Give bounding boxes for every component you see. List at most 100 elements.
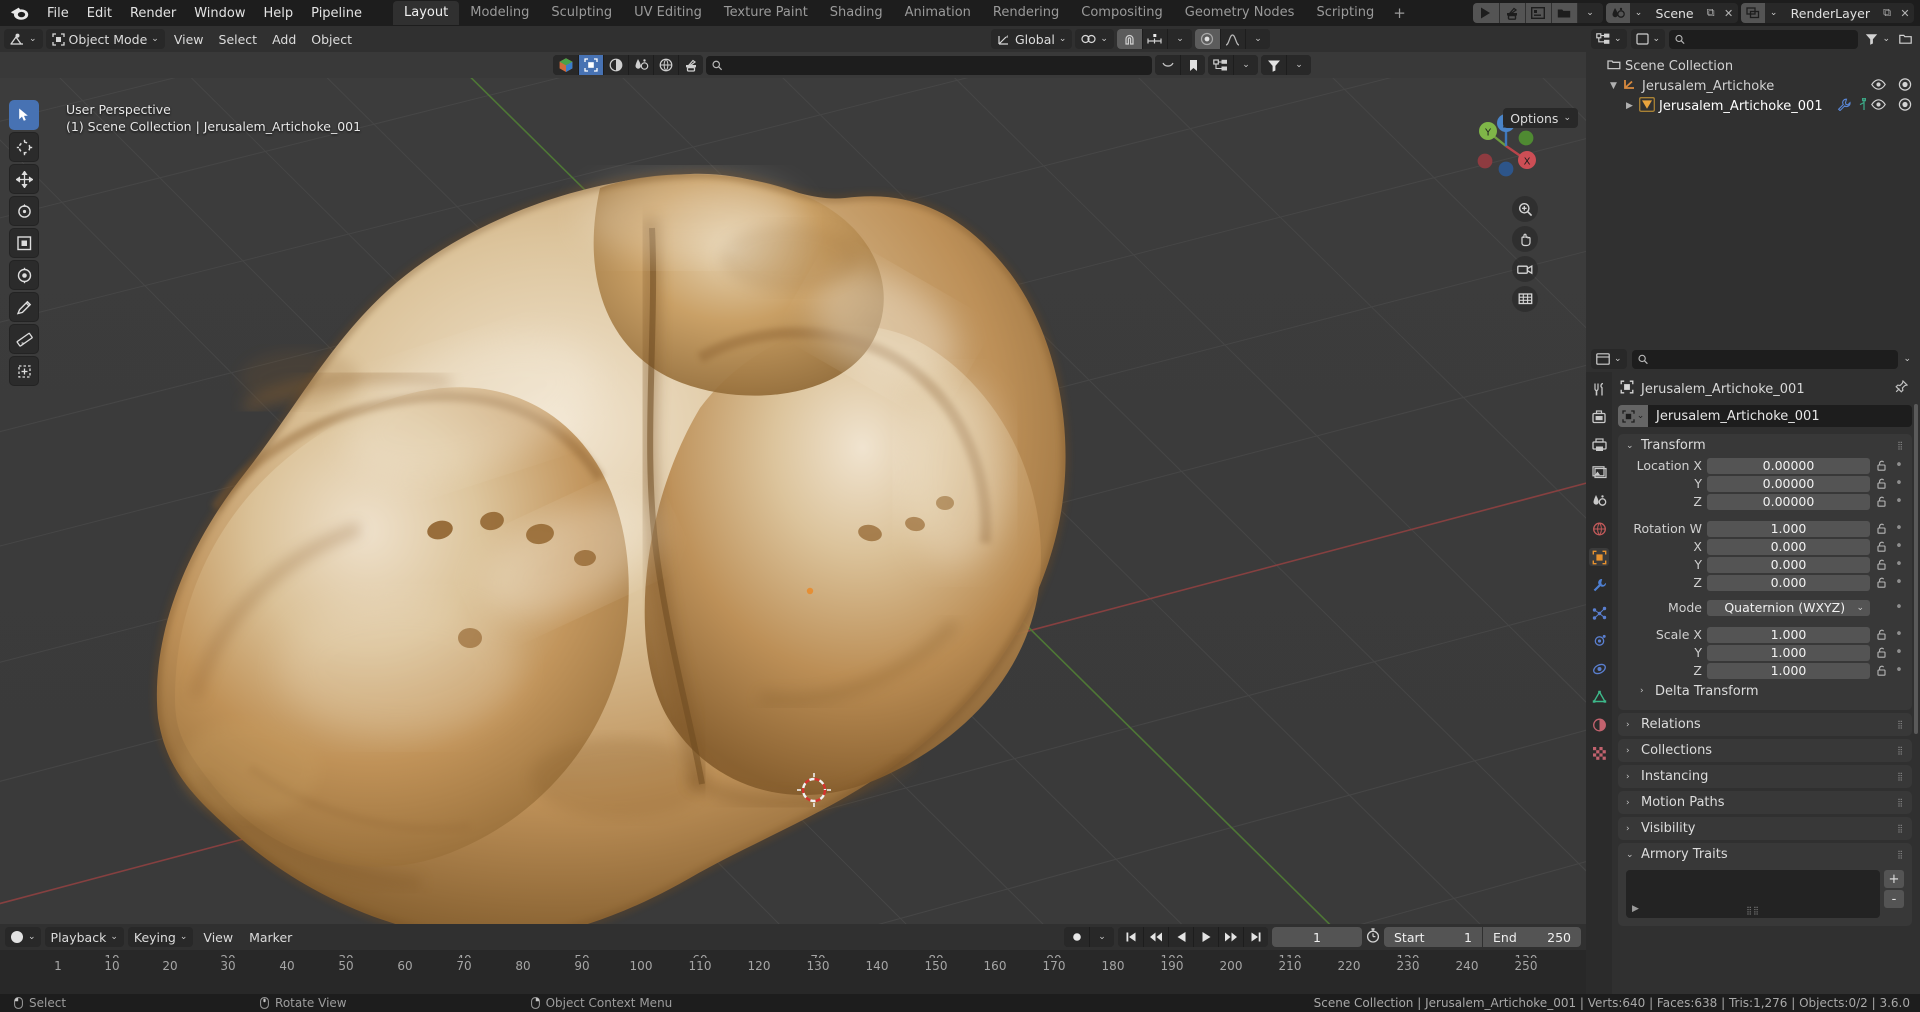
tab-texture-icon[interactable] [1589, 744, 1609, 762]
frame-end-field[interactable]: End 250 [1483, 927, 1581, 947]
field-rotation-w[interactable]: 1.000 [1707, 520, 1870, 537]
animate-property-dot[interactable]: • [1894, 540, 1904, 553]
current-frame-field[interactable]: 1 [1272, 927, 1362, 947]
editor-type-button[interactable]: ⌄ [4, 29, 43, 49]
tool-measure-icon[interactable] [9, 324, 39, 354]
frame-range-clock-icon[interactable] [1366, 927, 1380, 947]
subpanel-delta-transform[interactable]: › Delta Transform [1626, 680, 1904, 702]
lock-icon[interactable] [1875, 665, 1889, 676]
properties-search-input[interactable] [1652, 352, 1893, 366]
proportional-edit-icon[interactable] [1194, 29, 1220, 49]
keying-dropdown[interactable]: Keying ⌄ [127, 927, 194, 947]
object-name-field[interactable]: ⌄ Jerusalem_Artichoke_001 [1618, 405, 1912, 427]
filter-icon[interactable] [1261, 55, 1286, 75]
outliner-row-jerusalem-artichoke[interactable]: ▼ Jerusalem_Artichoke [1586, 76, 1920, 96]
viewport-search-input[interactable] [727, 58, 1146, 72]
properties-options-chevron-icon[interactable]: ⌄ [1903, 354, 1915, 364]
object-color-icon[interactable] [553, 55, 578, 75]
field-rotation-y[interactable]: 0.000 [1707, 556, 1870, 573]
jump-to-next-keyframe-icon[interactable] [1218, 927, 1243, 947]
record-icon[interactable] [1064, 927, 1089, 947]
viewlayer-datablock[interactable]: ⌄ RenderLayer ⧉ ✕ [1740, 3, 1914, 23]
tool-cursor-icon[interactable] [9, 132, 39, 162]
scene-browse-chevron-icon[interactable]: ⌄ [1629, 3, 1648, 23]
field-scale-y[interactable]: 1.000 [1707, 644, 1870, 661]
menu-help[interactable]: Help [255, 3, 303, 24]
tab-material-icon[interactable] [1589, 716, 1609, 734]
viewlayer-remove-icon[interactable]: ✕ [1896, 3, 1914, 23]
frame-start-field[interactable]: Start 1 [1384, 927, 1482, 947]
lock-icon[interactable] [1875, 478, 1889, 489]
jump-to-end-icon[interactable] [1243, 927, 1268, 947]
field-scale-z[interactable]: 1.000 [1707, 662, 1870, 679]
outliner-filter-icon[interactable]: ⌄ [1862, 29, 1893, 49]
scene-dropdown-icon[interactable]: ⌄ [1576, 3, 1603, 23]
blender-logo-icon[interactable] [6, 2, 32, 24]
animate-property-dot[interactable]: • [1894, 601, 1904, 614]
panel-instancing-header[interactable]: › Instancing ⣿ [1618, 765, 1912, 788]
scene-unlink-icon[interactable]: ✕ [1719, 3, 1738, 23]
viewport-menu-object[interactable]: Object [305, 29, 358, 49]
panel-transform-header[interactable]: ⌄ Transform ⣿ [1618, 434, 1912, 457]
lock-icon[interactable] [1875, 577, 1889, 588]
timeline-menu-view[interactable]: View [197, 927, 239, 947]
field-location-y[interactable]: 0.00000 [1707, 475, 1870, 492]
lock-icon[interactable] [1875, 523, 1889, 534]
tab-object-icon[interactable] [1589, 548, 1609, 566]
viewlayer-name[interactable]: RenderLayer [1782, 3, 1878, 23]
armory-traits-list[interactable]: ▶ ⣿⣿ [1626, 870, 1880, 918]
panel-relations[interactable]: › Relations ⣿ [1618, 713, 1912, 736]
properties-editor-type-button[interactable]: ⌄ [1591, 349, 1627, 369]
pin-icon[interactable] [1894, 379, 1909, 398]
hide-in-viewport-icon[interactable] [1871, 78, 1886, 94]
proportional-falloff-chevron-icon[interactable]: ⌄ [1244, 29, 1270, 49]
tab-modeling[interactable]: Modeling [459, 1, 540, 25]
tab-geometry-nodes[interactable]: Geometry Nodes [1174, 1, 1306, 25]
mesh-data-icon[interactable] [1858, 97, 1870, 115]
tab-layout[interactable]: Layout [393, 1, 460, 25]
animate-property-dot[interactable]: • [1894, 576, 1904, 589]
add-workspace-button[interactable]: + [1385, 2, 1414, 24]
lock-icon[interactable] [1875, 647, 1889, 658]
camera-view-icon[interactable] [1512, 256, 1538, 282]
panel-relations-header[interactable]: › Relations ⣿ [1618, 713, 1912, 736]
properties-editor[interactable]: ⌄ ⌄ Jerusalem_Artichoke_001 ⌄ Jerusalem_… [1586, 346, 1920, 994]
artichoke-3d-model[interactable] [0, 78, 1586, 924]
menu-file[interactable]: File [38, 3, 78, 24]
playback-dropdown[interactable]: Playback ⌄ [44, 927, 124, 947]
tab-tool-icon[interactable] [1589, 380, 1609, 398]
outliner-editor-type-button[interactable]: ⌄ [1591, 29, 1627, 49]
panel-collections[interactable]: › Collections ⣿ [1618, 739, 1912, 762]
tab-view-layer-icon[interactable] [1589, 464, 1609, 482]
outliner-row-jerusalem-artichoke-001[interactable]: ▶ Jerusalem_Artichoke_001 [1586, 96, 1920, 116]
properties-search-box[interactable] [1631, 349, 1899, 369]
transform-orientation-dropdown[interactable]: Global ⌄ [991, 29, 1073, 49]
hide-in-viewport-icon[interactable] [1871, 98, 1886, 114]
field-rotation-z[interactable]: 0.000 [1707, 574, 1870, 591]
viewport-menu-view[interactable]: View [168, 29, 210, 49]
dropdown-rotation-mode[interactable]: Quaternion (WXYZ) ⌄ [1707, 599, 1870, 616]
field-rotation-x[interactable]: 0.000 [1707, 538, 1870, 555]
animate-property-dot[interactable]: • [1894, 459, 1904, 472]
timeline-menu-marker[interactable]: Marker [243, 927, 298, 947]
panel-collections-header[interactable]: › Collections ⣿ [1618, 739, 1912, 762]
viewport-canvas[interactable]: User Perspective (1) Scene Collection | … [0, 78, 1586, 924]
scene-name[interactable]: Scene [1647, 3, 1702, 23]
proportional-falloff-icon[interactable] [1219, 29, 1245, 49]
select-box-icon[interactable] [578, 55, 603, 75]
folder-icon[interactable] [1550, 3, 1577, 23]
scene-datablock[interactable]: ⌄ Scene ⧉ ✕ [1605, 3, 1738, 23]
overlay-arc-icon[interactable] [1155, 55, 1180, 75]
tab-uv-editing[interactable]: UV Editing [623, 1, 713, 25]
tab-data-icon[interactable] [1589, 688, 1609, 706]
scene-new-icon[interactable]: ⧉ [1701, 3, 1720, 23]
field-scale-x[interactable]: 1.000 [1707, 626, 1870, 643]
outliner-new-collection-icon[interactable] [1896, 29, 1915, 49]
panel-visibility-header[interactable]: › Visibility ⣿ [1618, 817, 1912, 840]
tab-render-icon[interactable] [1589, 408, 1609, 426]
snap-dropdown-icon[interactable]: ⌄ [1166, 29, 1192, 49]
animate-property-dot[interactable]: • [1894, 664, 1904, 677]
collection-filter-chevron-icon[interactable]: ⌄ [1233, 55, 1258, 75]
tab-modifier-icon[interactable] [1589, 576, 1609, 594]
object-name-value[interactable]: Jerusalem_Artichoke_001 [1648, 405, 1912, 427]
